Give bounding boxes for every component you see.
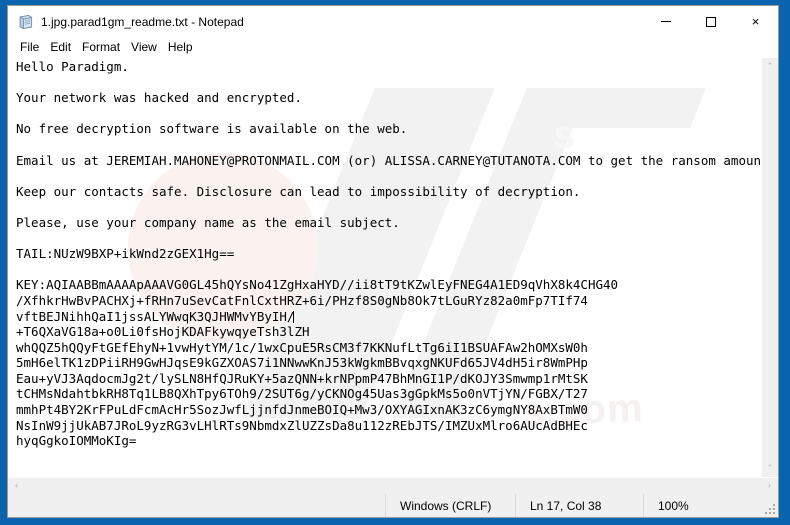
minimize-icon xyxy=(660,21,671,22)
status-line-ending: Windows (CRLF) xyxy=(385,494,515,517)
status-zoom-level: 100% xyxy=(643,494,761,517)
status-bar: Windows (CRLF) Ln 17, Col 38 100% xyxy=(8,494,778,517)
window-title: 1.jpg.parad1gm_readme.txt - Notepad xyxy=(41,14,244,29)
text-editor[interactable]: s.com s Hello Paradigm. Your network was… xyxy=(8,58,761,477)
menu-item-view[interactable]: View xyxy=(127,38,163,57)
menu-item-file[interactable]: File xyxy=(16,38,45,57)
menu-item-help[interactable]: Help xyxy=(164,38,199,57)
maximize-button[interactable] xyxy=(688,6,733,37)
menu-bar: File Edit Format View Help xyxy=(8,37,778,58)
notepad-window: 1.jpg.parad1gm_readme.txt - Notepad × Fi… xyxy=(7,5,779,518)
vertical-scrollbar[interactable]: ˄ ˅ xyxy=(761,58,778,477)
menu-item-format[interactable]: Format xyxy=(78,38,126,57)
close-icon: × xyxy=(751,14,760,29)
scroll-left-arrow[interactable]: ‹ xyxy=(8,478,25,495)
menu-item-edit[interactable]: Edit xyxy=(46,38,77,57)
scroll-right-arrow[interactable]: › xyxy=(761,478,778,495)
window-controls: × xyxy=(643,6,778,37)
title-bar-left: 1.jpg.parad1gm_readme.txt - Notepad xyxy=(8,14,643,30)
status-cursor-position: Ln 17, Col 38 xyxy=(515,494,643,517)
notepad-icon xyxy=(18,14,34,30)
minimize-button[interactable] xyxy=(643,6,688,37)
scroll-down-arrow[interactable]: ˅ xyxy=(762,460,779,477)
maximize-icon xyxy=(705,16,716,27)
readme-text[interactable]: Hello Paradigm. Your network was hacked … xyxy=(8,58,761,449)
text-caret xyxy=(293,310,295,323)
desktop-background: 1.jpg.parad1gm_readme.txt - Notepad × Fi… xyxy=(0,0,790,525)
close-button[interactable]: × xyxy=(733,6,778,37)
scroll-up-arrow[interactable]: ˄ xyxy=(762,58,779,75)
editor-area: s.com s Hello Paradigm. Your network was… xyxy=(8,58,778,477)
title-bar[interactable]: 1.jpg.parad1gm_readme.txt - Notepad × xyxy=(8,6,778,37)
horizontal-scrollbar[interactable]: ‹ › xyxy=(8,477,778,494)
resize-grip-icon[interactable] xyxy=(761,494,778,517)
